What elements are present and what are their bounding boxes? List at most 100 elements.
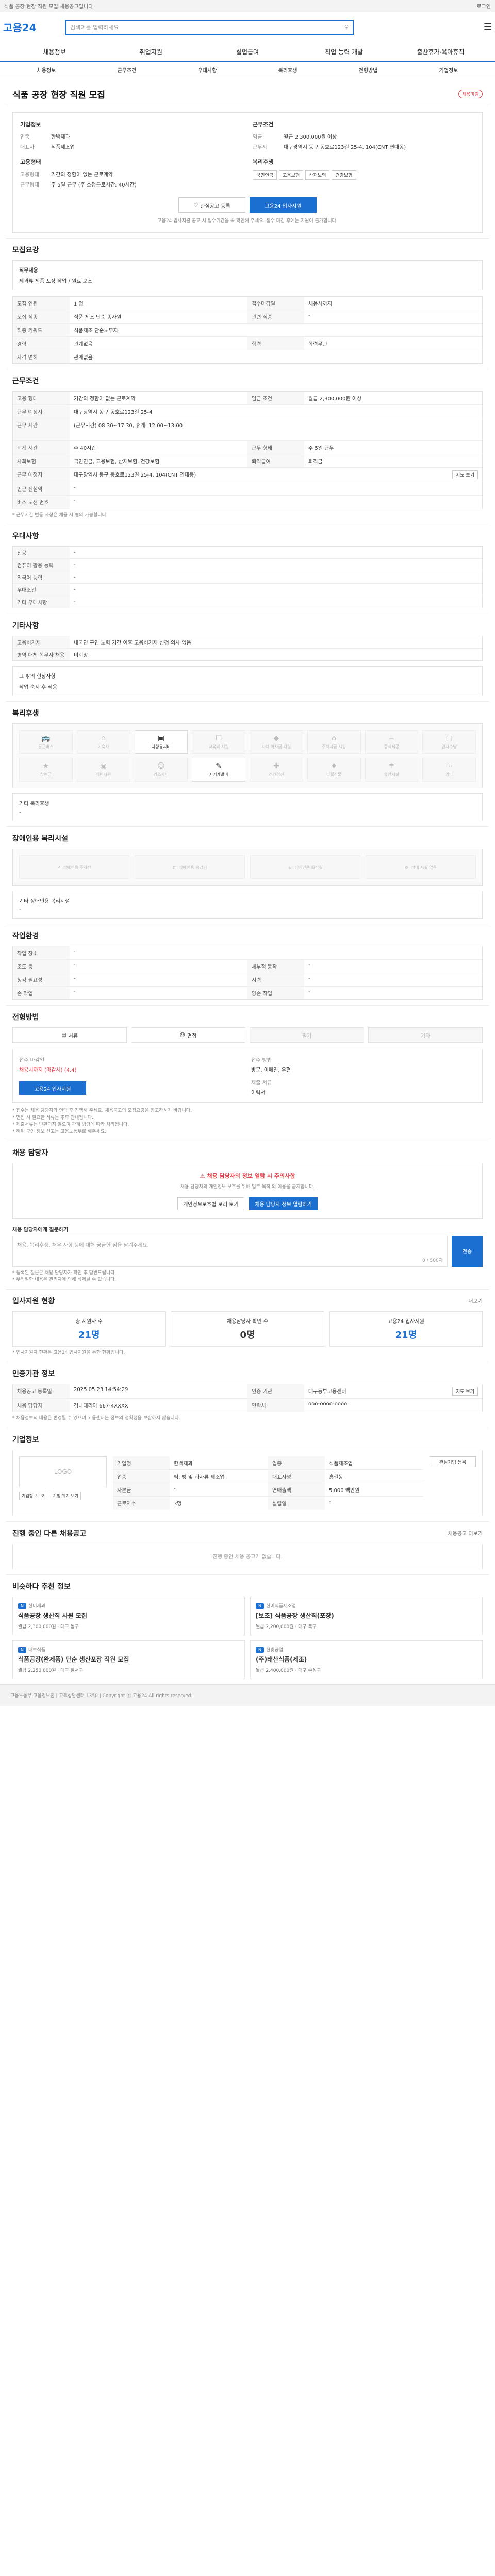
health-icon: ✚ (273, 762, 279, 770)
person-icon: ☺ (179, 1032, 186, 1038)
nav-item[interactable]: 출산휴가·육아휴직 (392, 47, 489, 56)
welfare-item: ✚ 건강검진 (250, 758, 303, 782)
alert-icon: ⚠ (200, 1173, 205, 1179)
benefit-chip: 국민연금 (253, 170, 277, 180)
map-button[interactable]: 지도 보기 (452, 470, 478, 479)
new-badge: N (18, 1647, 26, 1653)
new-badge: N (256, 1647, 264, 1653)
work-env-section: 작업환경 작업 장소 - 조도 등 - 세부적 동작 - 청각 필요성 - 시력 - 손 작업… (6, 924, 489, 1006)
new-badge: N (18, 1603, 26, 1609)
job-card[interactable]: N 대보식품 식품공장(완제품) 단순 생산포장 직원 모집 월급 2,250,0… (12, 1640, 245, 1679)
umbrella-icon: ☂ (388, 762, 395, 770)
coin-icon: ◉ (100, 762, 107, 770)
work-conditions-title: 근무조건 (253, 121, 274, 128)
map-button[interactable]: 지도 보기 (452, 1387, 478, 1396)
search-icon[interactable]: ⚲ (344, 24, 349, 30)
tab-recruit[interactable]: 채용정보 (6, 66, 87, 74)
employment-type-title: 고용형태 (20, 159, 41, 165)
welfare-item: ▢ 연차수당 (422, 730, 476, 754)
preferred-section: 우대사항 전공 - 컴퓨터 활용 능력 - 외국어 능력 - 우대조건 - 기타 우대사… (6, 524, 489, 614)
gift-icon: ★ (42, 762, 50, 770)
welfare-item: ▣ 차량유지비 (134, 730, 188, 754)
more-link[interactable]: 더보기 (468, 1297, 483, 1304)
facility-item: ⊘ 장애 시설 없음 (366, 855, 476, 879)
benefit-chip: 고용보험 (279, 170, 304, 180)
house-icon: ⌂ (101, 734, 106, 742)
apply-button[interactable]: 고용24 입사지원 (19, 1081, 86, 1095)
welfare-item: ☕ 중식제공 (365, 730, 419, 754)
menu-icon[interactable]: ☰ (484, 22, 492, 32)
section-title: 비슷하다 추천 정보 (12, 1582, 71, 1591)
bookmark-button[interactable]: ♡ 관심공고 등록 (178, 197, 245, 213)
graduation-icon: ◆ (273, 734, 279, 742)
car-icon: ▣ (157, 734, 164, 742)
company-logo: LOGO (19, 1456, 107, 1487)
status-badge: 채용마감 (458, 90, 483, 98)
apply-note: 고용24 입사지원 공고 시 접수기간을 꼭 확인해 주세요. 접수 마감 후에… (157, 218, 338, 224)
contact-section: 채용 담당자 ⚠ 채용 담당자의 정보 열람 시 주의사항 채용 담당자의 개인… (6, 1141, 489, 1290)
empty-state: 진행 중인 채용 공고가 없습니다. (12, 1543, 483, 1569)
benefits-title: 복리후생 (253, 159, 274, 165)
pencil-icon: ✎ (216, 762, 222, 770)
step-other: 기타 (368, 1027, 483, 1043)
elevator-icon: ⇵ (172, 865, 176, 870)
welfare-item: ★ 상여금 (19, 758, 73, 782)
smile-icon: ☺ (157, 762, 165, 770)
tab-preferred[interactable]: 우대사항 (167, 66, 248, 74)
section-title: 기업정보 (12, 1435, 39, 1444)
favorite-company-button[interactable]: 관심기업 등록 (430, 1456, 476, 1467)
search-input[interactable]: 검색어를 입력하세요 ⚲ (65, 19, 354, 35)
tab-conditions[interactable]: 근무조건 (87, 66, 167, 74)
meal-icon: ☕ (388, 734, 395, 742)
question-textarea[interactable]: 채용, 복리후생, 처우 사항 등에 대해 궁금한 점을 남겨주세요. 0 / … (12, 1235, 448, 1267)
company-info-button[interactable]: 기업정보 보기 (19, 1491, 48, 1500)
calendar-icon: ▢ (446, 734, 453, 742)
site-logo[interactable]: 고용24 (3, 20, 65, 35)
view-contact-button[interactable]: 채용 담당자 정보 열람하기 (249, 1197, 318, 1210)
welfare-item: ⋯ 기타 (422, 758, 476, 782)
main-nav: 채용정보 취업지원 실업급여 직업 능력 개발 출산휴가·육아휴직 (0, 42, 495, 62)
job-card[interactable]: N 한빛공업 (주)태산식품(제조) 월급 2,400,000원 · 대구 수성구 (250, 1640, 483, 1679)
login-link[interactable]: 로그인 (476, 2, 491, 10)
new-badge: N (256, 1603, 264, 1609)
welfare-item: ☐ 교육비 지원 (192, 730, 245, 754)
nav-item[interactable]: 취업지원 (103, 47, 199, 56)
selection-section: 전형방법 ▤ 서류 ☺ 면접 필기 기타 접수 마감일 채용시까지 (마감시) (4… (6, 1006, 489, 1141)
nav-item[interactable]: 실업급여 (199, 47, 295, 56)
document-icon: ▤ (61, 1032, 67, 1038)
stat-card: 채용담당자 확인 수 0명 (171, 1311, 324, 1347)
welfare-item: ☂ 휴양시설 (365, 758, 419, 782)
job-card[interactable]: N 한미제과 식품공장 생산직 사원 모집 월급 2,300,000원 · 대구 … (12, 1596, 245, 1635)
section-title: 인증기관 정보 (12, 1370, 55, 1378)
welfare-item: ◉ 식비지원 (76, 758, 130, 782)
send-button[interactable]: 전송 (452, 1235, 483, 1267)
sub-nav: 채용정보 근무조건 우대사항 복리후생 전형방법 기업정보 (0, 62, 495, 78)
job-card[interactable]: N 한미식품제조업 [보조] 식품공장 생산직(포장) 월급 2,200,000원… (250, 1596, 483, 1635)
restroom-icon: ♿ (288, 865, 292, 870)
section-title: 장애인용 복리시설 (12, 835, 68, 843)
dots-icon: ⋯ (446, 762, 453, 770)
facility-item: ⇵ 장애인용 승강기 (135, 855, 245, 879)
similar-section: 비슷하다 추천 정보 N 한미제과 식품공장 생산직 사원 모집 월급 2,300… (6, 1575, 489, 1684)
apply-button[interactable]: 고용24 입사지원 (250, 197, 317, 213)
welfare-item: 🚌 통근버스 (19, 730, 73, 754)
more-link[interactable]: 채용공고 더보기 (448, 1529, 483, 1537)
company-location-button[interactable]: 기업 위치 보기 (50, 1491, 81, 1500)
facility-item: P 장애인용 주차장 (19, 855, 129, 879)
stat-card: 고용24 입사지원 21명 (329, 1311, 483, 1347)
nav-item[interactable]: 채용정보 (6, 47, 103, 56)
conditions-table: 고용 형태 기간의 정함이 없는 근로계약 임금 조건 월급 2,300,000원 이… (12, 391, 483, 509)
tab-welfare[interactable]: 복리후생 (248, 66, 328, 74)
nav-item[interactable]: 직업 능력 개발 (296, 47, 392, 56)
company-section: 기업정보 LOGO 기업정보 보기 기업 위치 보기 기업명 한백제과 업종 식품제조… (6, 1428, 489, 1522)
section-title: 복리후생 (12, 709, 39, 718)
welfare-item: ⌂ 주택자금 지원 (307, 730, 361, 754)
tab-selection[interactable]: 전형방법 (328, 66, 408, 74)
tab-company[interactable]: 기업정보 (408, 66, 489, 74)
step-document: ▤ 서류 (12, 1027, 127, 1043)
disability-section: 장애인용 복리시설 P 장애인용 주차장 ⇵ 장애인용 승강기 ♿ 장애인용 화장실 … (6, 827, 489, 924)
privacy-law-button[interactable]: 개인정보보호법 보러 보기 (177, 1197, 244, 1210)
facility-item: ♿ 장애인용 화장실 (250, 855, 360, 879)
benefit-chip: 건강보험 (332, 170, 356, 180)
section-title: 입사지원 현황 (12, 1297, 55, 1306)
